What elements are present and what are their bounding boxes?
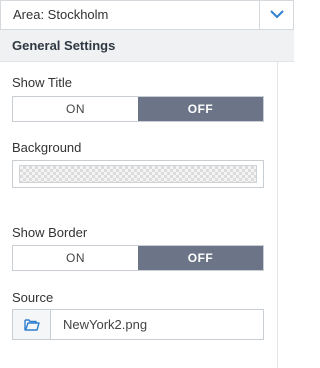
area-dropdown-value: Area: Stockholm bbox=[13, 7, 109, 22]
show-border-label: Show Border bbox=[12, 225, 88, 240]
transparent-swatch[interactable] bbox=[19, 165, 257, 183]
source-label: Source bbox=[12, 290, 54, 305]
source-file-name: NewYork2.png bbox=[63, 317, 148, 332]
show-title-label: Show Title bbox=[12, 75, 72, 90]
source-file-field[interactable]: NewYork2.png bbox=[12, 309, 264, 340]
background-color-field[interactable] bbox=[12, 160, 264, 188]
browse-file-button[interactable] bbox=[13, 310, 51, 339]
show-border-on-option[interactable]: ON bbox=[13, 246, 138, 270]
scrollbar-track[interactable] bbox=[277, 62, 278, 368]
background-label: Background bbox=[12, 140, 82, 155]
show-title-on-option[interactable]: ON bbox=[13, 97, 138, 121]
show-border-toggle[interactable]: ON OFF bbox=[12, 245, 264, 271]
show-border-off-option[interactable]: OFF bbox=[138, 246, 263, 270]
area-dropdown[interactable]: Area: Stockholm bbox=[0, 0, 294, 30]
chevron-down-icon bbox=[270, 10, 284, 19]
general-settings-header[interactable]: General Settings bbox=[0, 30, 294, 62]
folder-open-icon bbox=[24, 319, 40, 331]
section-title: General Settings bbox=[12, 38, 116, 53]
area-dropdown-toggle[interactable] bbox=[259, 1, 293, 29]
show-title-toggle[interactable]: ON OFF bbox=[12, 96, 264, 122]
show-title-off-option[interactable]: OFF bbox=[138, 97, 263, 121]
